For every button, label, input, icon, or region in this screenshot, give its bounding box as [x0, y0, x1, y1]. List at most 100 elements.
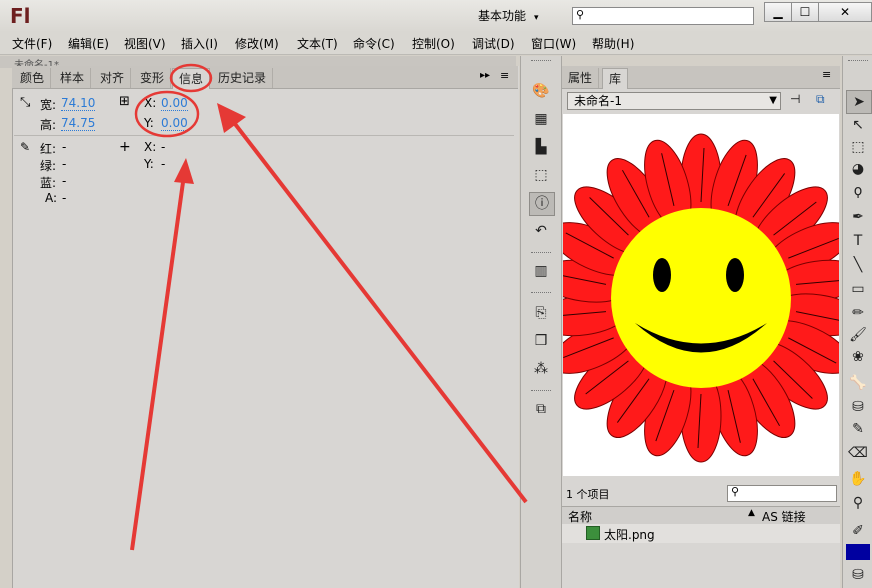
search-icon: ⚲: [576, 8, 585, 21]
text-tool-icon[interactable]: T: [846, 230, 870, 252]
dock-grip[interactable]: [531, 252, 551, 256]
blue-label: 蓝:: [40, 176, 57, 190]
new-library-panel-icon[interactable]: ⧉: [816, 92, 825, 107]
panel-menu-icon[interactable]: ≡: [500, 69, 509, 82]
size-icon: ⤡: [20, 95, 31, 110]
pin-icon[interactable]: ⊣: [790, 92, 800, 106]
components-panel-icon[interactable]: ❒: [529, 330, 553, 352]
green-label: 绿:: [40, 159, 57, 173]
menu-commands[interactable]: 命令(C): [353, 35, 395, 52]
tab-align[interactable]: 对齐: [94, 68, 132, 88]
rectangle-tool-icon[interactable]: ▭: [846, 278, 870, 300]
flash-logo: Fl: [10, 4, 31, 28]
dock-grip[interactable]: [531, 60, 551, 64]
blue-value: -: [62, 174, 67, 188]
menu-view[interactable]: 视图(V): [124, 35, 166, 52]
panel-dock-bar: 🎨 ▦ ▙ ⬚ ⓘ ↶ ▥ ⎘ ❒ ⁂ ⧉: [520, 56, 562, 588]
sort-icon[interactable]: ▲: [748, 508, 755, 518]
menu-file[interactable]: 文件(F): [12, 35, 52, 52]
panel-menu-icon[interactable]: ≡: [822, 68, 831, 81]
library-item-name: 太阳.png: [604, 528, 655, 542]
tab-history[interactable]: 历史记录: [212, 68, 274, 88]
3d-rotation-tool-icon[interactable]: ◕: [846, 158, 870, 180]
search-icon: ⚲: [731, 485, 740, 498]
zoom-tool-icon[interactable]: ⚲: [846, 492, 870, 514]
menu-text[interactable]: 文本(T): [297, 35, 338, 52]
deco-tool-icon[interactable]: ❀: [846, 346, 870, 368]
library-panel-icon[interactable]: ▥: [529, 260, 553, 282]
alpha-value: -: [62, 191, 67, 205]
cursor-y-value: -: [161, 157, 166, 171]
sun-face: [611, 208, 791, 388]
pencil-tool-icon[interactable]: ✏: [846, 302, 870, 324]
transform-panel-icon[interactable]: ⬚: [529, 164, 553, 186]
menu-edit[interactable]: 编辑(E): [68, 35, 109, 52]
help-search-input[interactable]: ⚲: [572, 7, 754, 25]
left-eye: [653, 258, 671, 292]
line-tool-icon[interactable]: ╲: [846, 254, 870, 276]
tab-info[interactable]: 信息: [172, 68, 211, 89]
align-panel-icon[interactable]: ▙: [529, 136, 553, 158]
height-value[interactable]: 74.75: [61, 117, 96, 131]
workspace-label: 基本功能: [478, 9, 527, 23]
tab-swatches[interactable]: 样本: [54, 68, 92, 88]
hand-tool-icon[interactable]: ✋: [846, 468, 870, 490]
color-panel-icon[interactable]: 🎨: [529, 80, 553, 102]
stroke-color-icon[interactable]: ✐: [846, 520, 870, 542]
library-tabs: 属性 库 ≡: [562, 66, 840, 89]
library-search-input[interactable]: ⚲: [727, 485, 837, 502]
subselection-tool-icon[interactable]: ↖: [846, 114, 870, 136]
column-name[interactable]: 名称: [568, 508, 592, 525]
menu-window[interactable]: 窗口(W): [531, 35, 576, 52]
selection-tool-icon[interactable]: ➤: [846, 90, 872, 114]
library-document-select[interactable]: 未命名-1 ▼: [567, 92, 781, 110]
paint-bucket-tool-icon[interactable]: ⛁: [846, 396, 870, 418]
dock-grip[interactable]: [531, 292, 551, 296]
title-bar: Fl 基本功能 ▾ ⚲ ▁ ☐ ✕: [0, 0, 872, 32]
menu-control[interactable]: 控制(O): [412, 35, 455, 52]
green-value: -: [62, 157, 67, 171]
dock-grip[interactable]: [531, 390, 551, 394]
cursor-x-value: -: [161, 140, 166, 154]
registration-grid-icon[interactable]: ⊞: [119, 94, 130, 109]
history-panel-icon[interactable]: ↶: [529, 220, 553, 242]
y-value[interactable]: 0.00: [161, 117, 188, 131]
lasso-tool-icon[interactable]: ϙ: [846, 180, 870, 202]
chevron-down-icon: ▼: [769, 95, 777, 106]
swatches-panel-icon[interactable]: ▦: [529, 108, 553, 130]
menu-help[interactable]: 帮助(H): [592, 35, 634, 52]
tab-transform[interactable]: 变形: [134, 68, 172, 88]
tab-color[interactable]: 颜色: [14, 68, 52, 88]
width-value[interactable]: 74.10: [61, 97, 96, 111]
column-linkage[interactable]: AS 链接: [762, 508, 806, 525]
x-value[interactable]: 0.00: [161, 97, 188, 111]
free-transform-tool-icon[interactable]: ⬚: [846, 136, 870, 158]
brush-tool-icon[interactable]: 🖌: [846, 324, 870, 346]
eyedropper-tool-icon[interactable]: ✎: [846, 418, 870, 440]
width-label: 宽:: [40, 98, 57, 112]
menu-insert[interactable]: 插入(I): [181, 35, 218, 52]
actions-panel-icon[interactable]: ⎘: [529, 302, 553, 324]
eraser-tool-icon[interactable]: ⌫: [846, 442, 870, 464]
dock-grip[interactable]: [848, 60, 868, 64]
collapse-icon[interactable]: ▸▸: [480, 70, 490, 81]
maximize-button[interactable]: ☐: [791, 2, 819, 22]
fill-bucket-icon[interactable]: ⛁: [846, 564, 870, 586]
scene-panel-icon[interactable]: ⧉: [529, 398, 553, 420]
minimize-button[interactable]: ▁: [764, 2, 792, 22]
motion-presets-icon[interactable]: ⁂: [529, 358, 553, 380]
workspace-switcher[interactable]: 基本功能 ▾: [478, 7, 539, 24]
alpha-label: A:: [45, 191, 58, 205]
library-item-count: 1 个项目: [566, 488, 610, 501]
tab-properties[interactable]: 属性: [562, 68, 600, 88]
bone-tool-icon[interactable]: 🦴: [846, 372, 870, 394]
info-panel-icon[interactable]: ⓘ: [529, 192, 555, 216]
menu-modify[interactable]: 修改(M): [235, 35, 279, 52]
close-button[interactable]: ✕: [818, 2, 872, 22]
eyedropper-icon: ✎: [20, 140, 31, 154]
fill-color-swatch[interactable]: [846, 544, 870, 560]
pen-tool-icon[interactable]: ✒: [846, 206, 870, 228]
library-item-row[interactable]: 太阳.png: [562, 524, 840, 543]
menu-debug[interactable]: 调试(D): [472, 35, 515, 52]
tab-library[interactable]: 库: [602, 68, 629, 89]
